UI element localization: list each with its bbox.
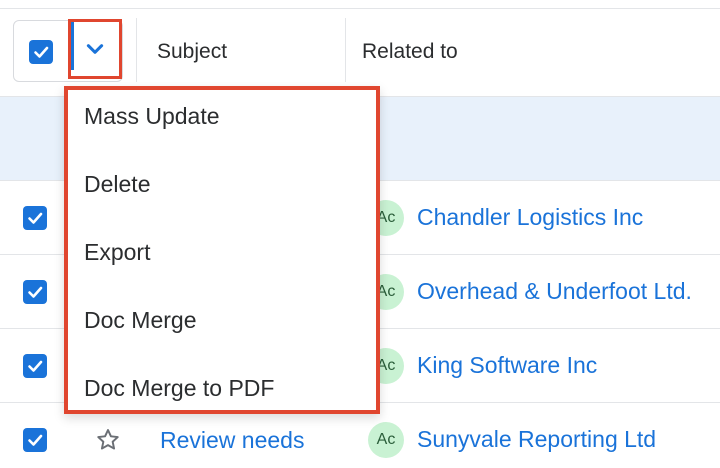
header-divider: [136, 18, 137, 82]
related-to-link[interactable]: Chandler Logistics Inc: [417, 203, 643, 231]
row-checkbox[interactable]: [23, 354, 47, 378]
checkmark-icon: [28, 360, 43, 372]
star-outline-icon: [97, 429, 119, 450]
favorite-button[interactable]: [95, 427, 121, 458]
menu-item-delete[interactable]: Delete: [84, 170, 150, 198]
header-top-border: [0, 8, 720, 9]
account-avatar: Ac: [368, 422, 404, 458]
checkmark-icon: [34, 46, 49, 58]
related-to-link[interactable]: Sunyvale Reporting Ltd: [417, 425, 656, 453]
row-checkbox[interactable]: [23, 206, 47, 230]
select-all-checkbox[interactable]: [29, 40, 53, 64]
menu-item-doc-merge-to-pdf[interactable]: Doc Merge to PDF: [84, 374, 274, 402]
checkmark-icon: [28, 212, 43, 224]
row-checkbox[interactable]: [23, 280, 47, 304]
related-to-link[interactable]: King Software Inc: [417, 351, 597, 379]
menu-item-mass-update[interactable]: Mass Update: [84, 102, 220, 130]
mass-actions-menu: Mass Update Delete Export Doc Merge Doc …: [64, 86, 380, 414]
column-header-related-to[interactable]: Related to: [362, 40, 458, 64]
chevron-down-icon: [86, 44, 104, 54]
related-to-link[interactable]: Overhead & Underfoot Ltd.: [417, 277, 692, 305]
menu-item-doc-merge[interactable]: Doc Merge: [84, 306, 196, 334]
checkmark-icon: [28, 434, 43, 446]
mass-actions-dropdown-button[interactable]: [68, 19, 122, 79]
column-header-subject[interactable]: Subject: [157, 40, 227, 64]
subject-link[interactable]: Review needs: [160, 426, 304, 454]
menu-item-export[interactable]: Export: [84, 238, 150, 266]
header-divider: [345, 18, 346, 82]
focus-indicator: [71, 22, 74, 70]
checkmark-icon: [28, 286, 43, 298]
row-checkbox[interactable]: [23, 428, 47, 452]
